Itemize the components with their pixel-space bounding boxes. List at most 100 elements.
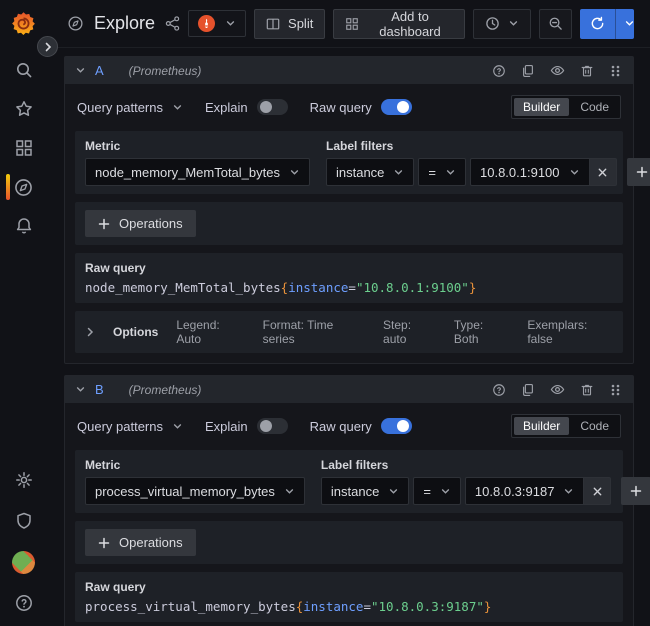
code-equals: = bbox=[348, 280, 356, 295]
label-value-select[interactable]: 10.8.0.1:9100 bbox=[470, 158, 590, 186]
query-patterns-dropdown[interactable]: Query patterns bbox=[77, 419, 183, 434]
sync-icon bbox=[590, 16, 605, 31]
code-label-key: instance bbox=[288, 280, 348, 295]
add-operation-button[interactable]: Operations bbox=[85, 529, 196, 556]
metric-value: process_virtual_memory_bytes bbox=[95, 484, 275, 499]
plus-icon bbox=[630, 485, 642, 497]
code-brace-close: } bbox=[469, 280, 477, 295]
metric-filters-section: Metric process_virtual_memory_bytes Labe… bbox=[75, 450, 623, 513]
drag-handle-icon[interactable] bbox=[609, 383, 621, 397]
query-row-b-header[interactable]: B (Prometheus) bbox=[65, 376, 633, 403]
zoom-out-button[interactable] bbox=[539, 9, 572, 39]
run-query-interval-dropdown[interactable] bbox=[615, 9, 634, 39]
operator-select[interactable]: = bbox=[418, 158, 466, 186]
code-brace-close: } bbox=[484, 599, 492, 614]
raw-query-label: Raw query bbox=[85, 261, 613, 275]
clock-icon bbox=[485, 16, 500, 31]
add-filter-button[interactable] bbox=[627, 158, 650, 186]
sidebar-item-profile[interactable] bbox=[0, 551, 47, 573]
collapse-chevron-icon[interactable] bbox=[75, 384, 86, 395]
chevron-down-icon bbox=[569, 167, 580, 178]
hide-query-eye-icon[interactable] bbox=[550, 63, 565, 78]
chevron-down-icon bbox=[172, 421, 183, 432]
remove-filter-button[interactable] bbox=[590, 158, 617, 186]
operations-section: Operations bbox=[75, 521, 623, 564]
sidebar-item-help[interactable] bbox=[0, 592, 47, 614]
operator-select[interactable]: = bbox=[413, 477, 461, 505]
sidebar-item-starred[interactable] bbox=[0, 98, 47, 120]
query-row-a-header[interactable]: A (Prometheus) bbox=[65, 57, 633, 84]
metric-value: node_memory_MemTotal_bytes bbox=[95, 165, 280, 180]
code-string: "10.8.0.3:9187" bbox=[371, 599, 484, 614]
sidebar-item-alerting[interactable] bbox=[0, 215, 47, 237]
hide-query-eye-icon[interactable] bbox=[550, 382, 565, 397]
add-to-dashboard-button[interactable]: Add to dashboard bbox=[333, 9, 464, 39]
sidebar-item-configuration[interactable] bbox=[0, 469, 47, 491]
code-mode-button[interactable]: Code bbox=[571, 417, 618, 435]
chevron-down-icon bbox=[289, 167, 300, 178]
chevron-down-icon bbox=[624, 18, 634, 29]
label-key-select[interactable]: instance bbox=[326, 158, 414, 186]
builder-mode-button[interactable]: Builder bbox=[514, 98, 569, 116]
raw-query-label: Raw query bbox=[310, 419, 372, 434]
remove-query-trash-icon[interactable] bbox=[580, 383, 594, 397]
editor-mode-group: Builder Code bbox=[511, 414, 621, 438]
duplicate-query-icon[interactable] bbox=[521, 64, 535, 78]
label-key-value: instance bbox=[331, 484, 379, 499]
run-query-split-button bbox=[580, 9, 634, 39]
code-mode-button[interactable]: Code bbox=[571, 98, 618, 116]
builder-mode-button[interactable]: Builder bbox=[514, 417, 569, 435]
remove-query-trash-icon[interactable] bbox=[580, 64, 594, 78]
remove-filter-button[interactable] bbox=[584, 477, 611, 505]
split-button[interactable]: Split bbox=[254, 9, 325, 39]
chevron-down-icon bbox=[388, 486, 399, 497]
chevron-right-icon bbox=[85, 327, 95, 337]
raw-query-toggle[interactable] bbox=[381, 99, 412, 115]
toolbar-actions: Split Add to dashboard bbox=[254, 9, 634, 39]
label-value-select[interactable]: 10.8.0.3:9187 bbox=[465, 477, 585, 505]
run-query-button[interactable] bbox=[580, 9, 615, 39]
operations-button-label: Operations bbox=[119, 216, 183, 231]
metric-select[interactable]: process_virtual_memory_bytes bbox=[85, 477, 305, 505]
sidebar-item-search[interactable] bbox=[0, 59, 47, 81]
raw-query-label: Raw query bbox=[310, 100, 372, 115]
sidebar bbox=[0, 0, 47, 626]
sidebar-item-explore[interactable] bbox=[0, 176, 47, 198]
share-alt-icon[interactable] bbox=[165, 16, 180, 31]
prometheus-logo-icon bbox=[198, 15, 215, 32]
time-range-picker[interactable] bbox=[473, 9, 531, 39]
grafana-logo-icon[interactable] bbox=[10, 10, 37, 37]
metric-select[interactable]: node_memory_MemTotal_bytes bbox=[85, 158, 310, 186]
query-help-icon[interactable] bbox=[492, 64, 506, 78]
label-key-select[interactable]: instance bbox=[321, 477, 409, 505]
explain-toggle[interactable] bbox=[257, 99, 288, 115]
raw-query-toggle[interactable] bbox=[381, 418, 412, 434]
gear-icon bbox=[14, 470, 34, 490]
raw-query-code: node_memory_MemTotal_bytes{instance="10.… bbox=[85, 280, 613, 295]
query-help-icon[interactable] bbox=[492, 383, 506, 397]
sidebar-expand-button[interactable] bbox=[37, 36, 58, 57]
drag-handle-icon[interactable] bbox=[609, 64, 621, 78]
editor-mode-group: Builder Code bbox=[511, 95, 621, 119]
explain-toggle[interactable] bbox=[257, 418, 288, 434]
sidebar-item-server-admin[interactable] bbox=[0, 510, 47, 532]
datasource-picker[interactable] bbox=[188, 10, 246, 37]
query-patterns-dropdown[interactable]: Query patterns bbox=[77, 100, 183, 115]
query-header-actions bbox=[492, 382, 621, 397]
add-operation-button[interactable]: Operations bbox=[85, 210, 196, 237]
duplicate-query-icon[interactable] bbox=[521, 383, 535, 397]
split-columns-icon bbox=[266, 17, 280, 31]
sidebar-item-dashboards[interactable] bbox=[0, 137, 47, 159]
query-header-actions bbox=[492, 63, 621, 78]
add-filter-button[interactable] bbox=[621, 477, 650, 505]
help-circle-icon bbox=[14, 593, 34, 613]
options-type: Type: Both bbox=[454, 318, 509, 346]
query-toolbar: Query patterns Explain Raw query bbox=[75, 412, 623, 442]
chevron-down-icon bbox=[393, 167, 404, 178]
collapse-chevron-icon[interactable] bbox=[75, 65, 86, 76]
compass-icon bbox=[13, 177, 34, 198]
label-value: 10.8.0.1:9100 bbox=[480, 165, 560, 180]
chevron-down-icon bbox=[563, 486, 574, 497]
options-collapse-row[interactable]: Options Legend: Auto Format: Time series… bbox=[75, 311, 623, 353]
close-icon bbox=[592, 486, 603, 497]
